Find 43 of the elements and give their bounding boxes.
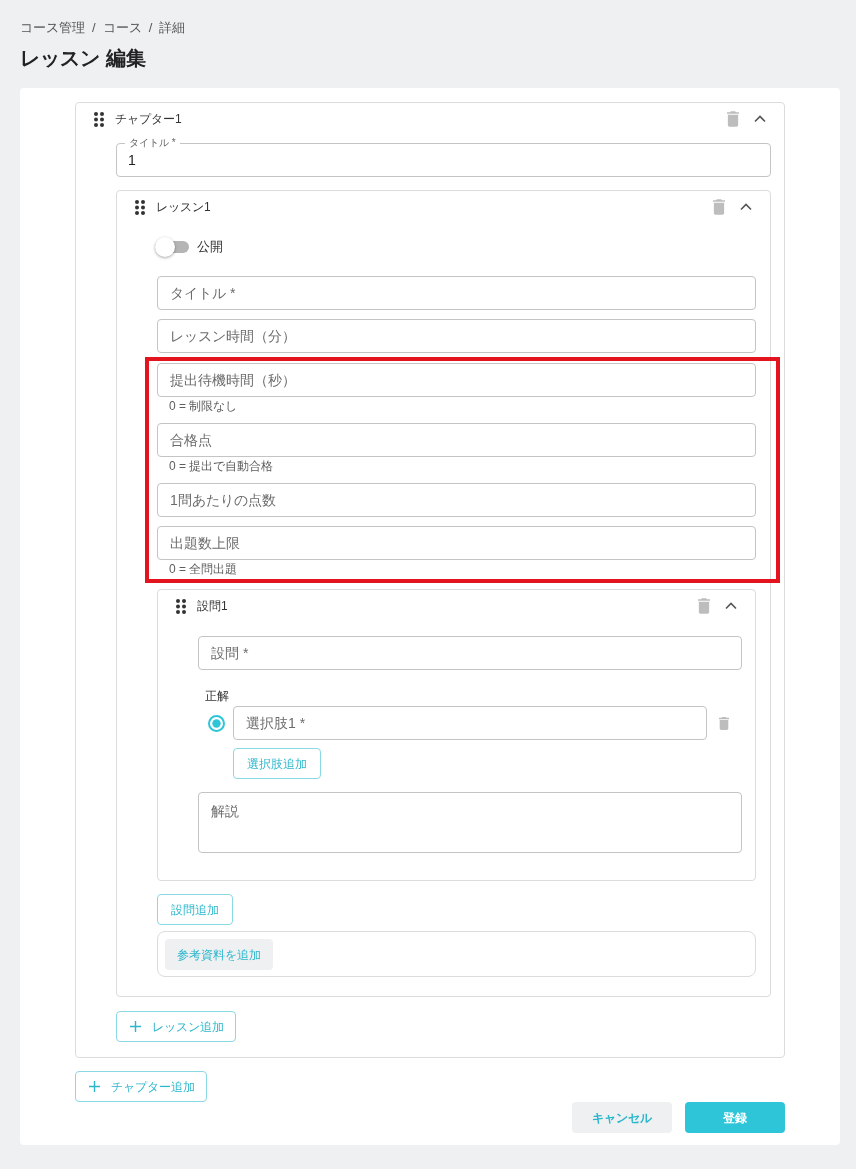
floating-label: タイトル * [128, 137, 177, 149]
input-field[interactable]: タイトル * [157, 276, 756, 310]
breadcrumb-link[interactable]: コース [102, 18, 142, 38]
plus-icon [130, 1021, 141, 1032]
switch-label: 公開 [197, 238, 223, 257]
add-lesson-button[interactable]: レッスン追加 [116, 1011, 236, 1042]
lesson-title: レッスン1 [156, 199, 211, 215]
drag-handle-icon[interactable] [135, 199, 145, 215]
cancel-button[interactable]: キャンセル [572, 1102, 672, 1133]
radio-button[interactable] [208, 714, 225, 732]
add-choice-button[interactable]: 選択肢追加 [233, 748, 321, 779]
chevron-up-icon[interactable] [754, 115, 766, 123]
input-field[interactable]: 出題数上限 [157, 526, 756, 560]
breadcrumb-link[interactable]: 詳細 [159, 18, 186, 38]
chapter-title: チャプター1 [115, 111, 182, 127]
textarea-field[interactable]: 解説 [198, 792, 742, 853]
helper-text: 0 = 全問出題 [169, 562, 239, 577]
answer-label: 正解 [205, 688, 230, 704]
helper-text: 0 = 制限なし [169, 399, 239, 414]
question-title: 設問1 [197, 598, 228, 614]
input-field[interactable]: 設問 * [198, 636, 742, 670]
title-field[interactable]: タイトル * 1 [116, 137, 771, 177]
submit-button[interactable]: 登録 [685, 1102, 785, 1133]
add-question-button[interactable]: 設問追加 [157, 894, 233, 925]
input-field[interactable]: レッスン時間（分） [157, 319, 756, 353]
add-reference-button[interactable]: 参考資料を追加 [165, 939, 273, 970]
chevron-up-icon[interactable] [725, 602, 737, 610]
drag-handle-icon[interactable] [176, 598, 186, 614]
input-field[interactable]: 1 [128, 149, 759, 171]
input-field[interactable]: 選択肢1 * [233, 706, 707, 740]
add-chapter-button[interactable]: チャプター追加 [75, 1071, 207, 1102]
toggle-switch[interactable] [155, 237, 189, 257]
helper-text: 0 = 提出で自動合格 [169, 459, 275, 474]
plus-icon [89, 1081, 100, 1092]
chevron-up-icon[interactable] [740, 203, 752, 211]
input-field[interactable]: 1問あたりの点数 [157, 483, 756, 517]
input-field[interactable]: 合格点 [157, 423, 756, 457]
breadcrumb-link[interactable]: コース管理 [20, 18, 85, 38]
input-field[interactable]: 提出待機時間（秒） [157, 363, 756, 397]
drag-handle-icon[interactable] [94, 111, 104, 127]
page-title: レッスン 編集 [20, 46, 147, 71]
breadcrumb-separator: / [148, 19, 153, 37]
breadcrumb-separator: / [92, 19, 96, 37]
